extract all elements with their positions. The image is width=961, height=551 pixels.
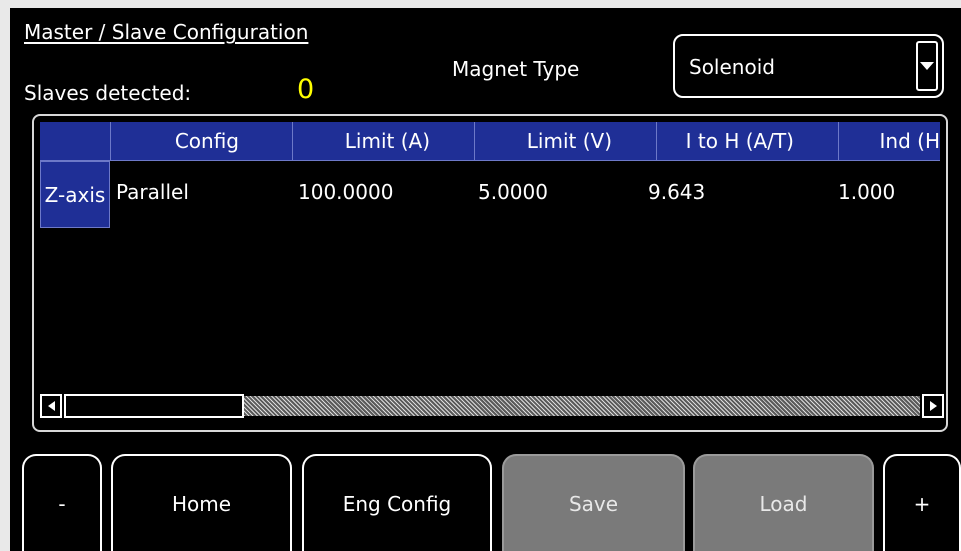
minus-button[interactable]: - [22, 454, 102, 551]
home-button[interactable]: Home [111, 454, 292, 551]
cell-i-to-h[interactable]: 9.643 [648, 180, 705, 204]
column-header-limit-v[interactable]: Limit (V) [475, 122, 657, 160]
row-header-z-axis[interactable]: Z-axis [40, 161, 110, 228]
column-header-config[interactable]: Config [111, 122, 293, 160]
cell-ind[interactable]: 1.000 [838, 180, 895, 204]
column-header-limit-a[interactable]: Limit (A) [293, 122, 475, 160]
column-header-i-to-h[interactable]: I to H (A/T) [657, 122, 839, 160]
slaves-detected-label: Slaves detected: [24, 81, 192, 105]
config-table: Config Limit (A) Limit (V) I to H (A/T) … [32, 114, 948, 432]
scroll-left-icon[interactable] [40, 394, 62, 418]
magnet-type-label: Magnet Type [452, 57, 580, 81]
eng-config-button[interactable]: Eng Config [302, 454, 492, 551]
load-button[interactable]: Load [693, 454, 874, 551]
horizontal-scrollbar[interactable] [40, 394, 944, 418]
slaves-detected-count: 0 [297, 74, 315, 105]
corner-header-cell [40, 122, 111, 160]
scroll-right-icon[interactable] [922, 394, 944, 418]
scrollbar-thumb[interactable] [64, 394, 244, 418]
table-header-row: Config Limit (A) Limit (V) I to H (A/T) … [40, 122, 940, 161]
dropdown-arrow-icon[interactable] [916, 41, 938, 91]
plus-button[interactable]: + [883, 454, 961, 551]
cell-limit-v[interactable]: 5.0000 [478, 180, 548, 204]
save-button[interactable]: Save [502, 454, 685, 551]
page-title: Master / Slave Configuration [24, 20, 309, 44]
cell-limit-a[interactable]: 100.0000 [298, 180, 393, 204]
magnet-type-select[interactable]: Solenoid [673, 34, 944, 98]
scrollbar-track[interactable] [244, 396, 920, 416]
cell-config[interactable]: Parallel [116, 180, 189, 204]
magnet-type-value: Solenoid [689, 55, 775, 79]
column-header-ind[interactable]: Ind (H [839, 122, 940, 160]
